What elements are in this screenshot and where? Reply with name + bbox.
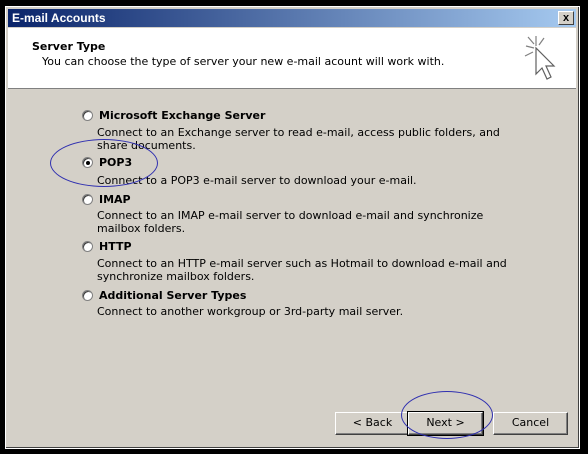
close-button[interactable]: x bbox=[558, 11, 574, 25]
server-type-options: Microsoft Exchange Server Connect to an … bbox=[6, 90, 579, 448]
window-title: E-mail Accounts bbox=[12, 11, 106, 25]
radio-additional[interactable] bbox=[82, 289, 93, 301]
radio-http[interactable] bbox=[82, 240, 93, 252]
option-exchange-label: Microsoft Exchange Server bbox=[99, 108, 266, 122]
option-exchange-description: Connect to an Exchange server to read e-… bbox=[97, 126, 500, 152]
option-http[interactable]: HTTP bbox=[82, 238, 132, 254]
radio-pop3[interactable] bbox=[82, 156, 93, 168]
option-imap[interactable]: IMAP bbox=[82, 191, 131, 207]
option-additional[interactable]: Additional Server Types bbox=[82, 287, 246, 303]
option-additional-description: Connect to another workgroup or 3rd-part… bbox=[97, 305, 404, 318]
page-title: Server Type bbox=[32, 40, 106, 53]
option-imap-description: Connect to an IMAP e-mail server to down… bbox=[97, 209, 484, 235]
email-accounts-dialog: E-mail Accounts x Server Type You can ch… bbox=[5, 6, 580, 449]
back-button[interactable]: < Back bbox=[335, 412, 410, 435]
option-http-label: HTTP bbox=[99, 239, 132, 253]
option-pop3-label: POP3 bbox=[99, 155, 133, 169]
next-button[interactable]: Next > bbox=[407, 411, 484, 436]
radio-exchange[interactable] bbox=[82, 109, 93, 121]
title-bar: E-mail Accounts x bbox=[8, 9, 576, 27]
wizard-header: Server Type You can choose the type of s… bbox=[8, 28, 576, 89]
wizard-sparkle-cursor-icon bbox=[524, 36, 556, 80]
option-imap-label: IMAP bbox=[99, 192, 131, 206]
cancel-button[interactable]: Cancel bbox=[493, 412, 568, 435]
option-pop3[interactable]: POP3 bbox=[82, 154, 132, 170]
option-exchange[interactable]: Microsoft Exchange Server bbox=[82, 107, 265, 123]
option-pop3-description: Connect to a POP3 e-mail server to downl… bbox=[97, 174, 417, 187]
option-http-description: Connect to an HTTP e-mail server such as… bbox=[97, 257, 507, 283]
page-subtitle: You can choose the type of server your n… bbox=[42, 55, 445, 68]
radio-imap[interactable] bbox=[82, 193, 93, 205]
option-additional-label: Additional Server Types bbox=[99, 288, 247, 302]
